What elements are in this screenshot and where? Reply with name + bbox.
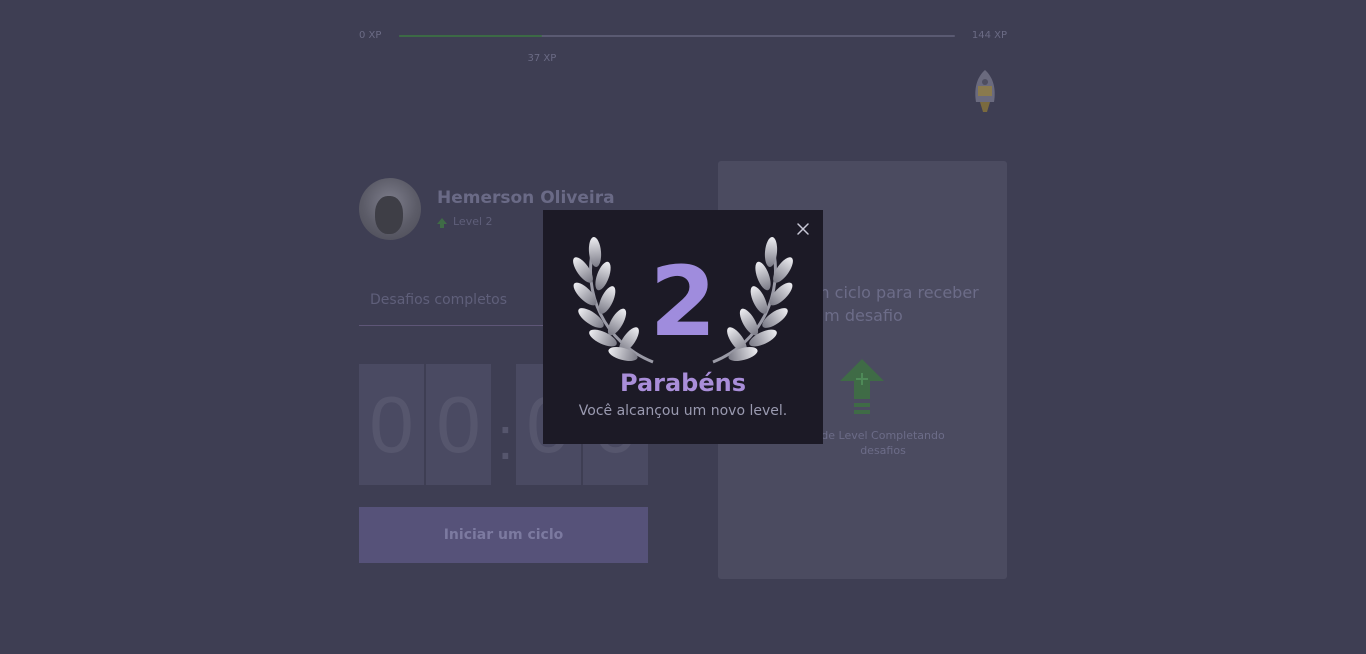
xp-bar: 0 XP 37 XP 144 XP — [359, 26, 1007, 64]
minutes-group: 0 0 — [359, 364, 491, 485]
modal-title: Parabéns — [620, 369, 746, 397]
level-label: Level 2 — [453, 215, 493, 228]
level-up-arrow-icon — [840, 359, 884, 414]
xp-track: 37 XP — [399, 35, 955, 64]
xp-current-label: 37 XP — [527, 53, 557, 64]
level-up-arrow-icon — [437, 218, 447, 228]
challenge-card-message: m ciclo para receber um desafio — [814, 283, 979, 325]
modal-subtitle: Você alcançou um novo level. — [578, 403, 788, 419]
close-icon — [797, 223, 809, 235]
user-name: Hemerson Oliveira — [437, 188, 615, 208]
avatar — [359, 178, 421, 240]
challenge-card-hint: de Level Completando desafios — [821, 429, 945, 457]
xp-min-label: 0 XP — [359, 30, 382, 41]
level-up-modal: 2 Parabéns Você alcançou um novo level. — [543, 210, 823, 444]
xp-progress-fill — [399, 35, 542, 37]
new-level-number: 2 — [649, 246, 717, 358]
rocket-badge-icon — [975, 70, 995, 112]
minute-digit-1: 0 — [359, 364, 424, 485]
xp-max-label: 144 XP — [971, 30, 1007, 41]
timer-separator: : — [497, 405, 514, 472]
avatar-face — [375, 196, 403, 234]
completed-challenges-label: Desafios completos — [370, 292, 508, 308]
user-level: Level 2 — [437, 215, 493, 228]
close-modal-button[interactable] — [794, 220, 812, 238]
start-cycle-button[interactable]: Iniciar um ciclo — [359, 507, 648, 563]
minute-digit-2: 0 — [426, 364, 491, 485]
